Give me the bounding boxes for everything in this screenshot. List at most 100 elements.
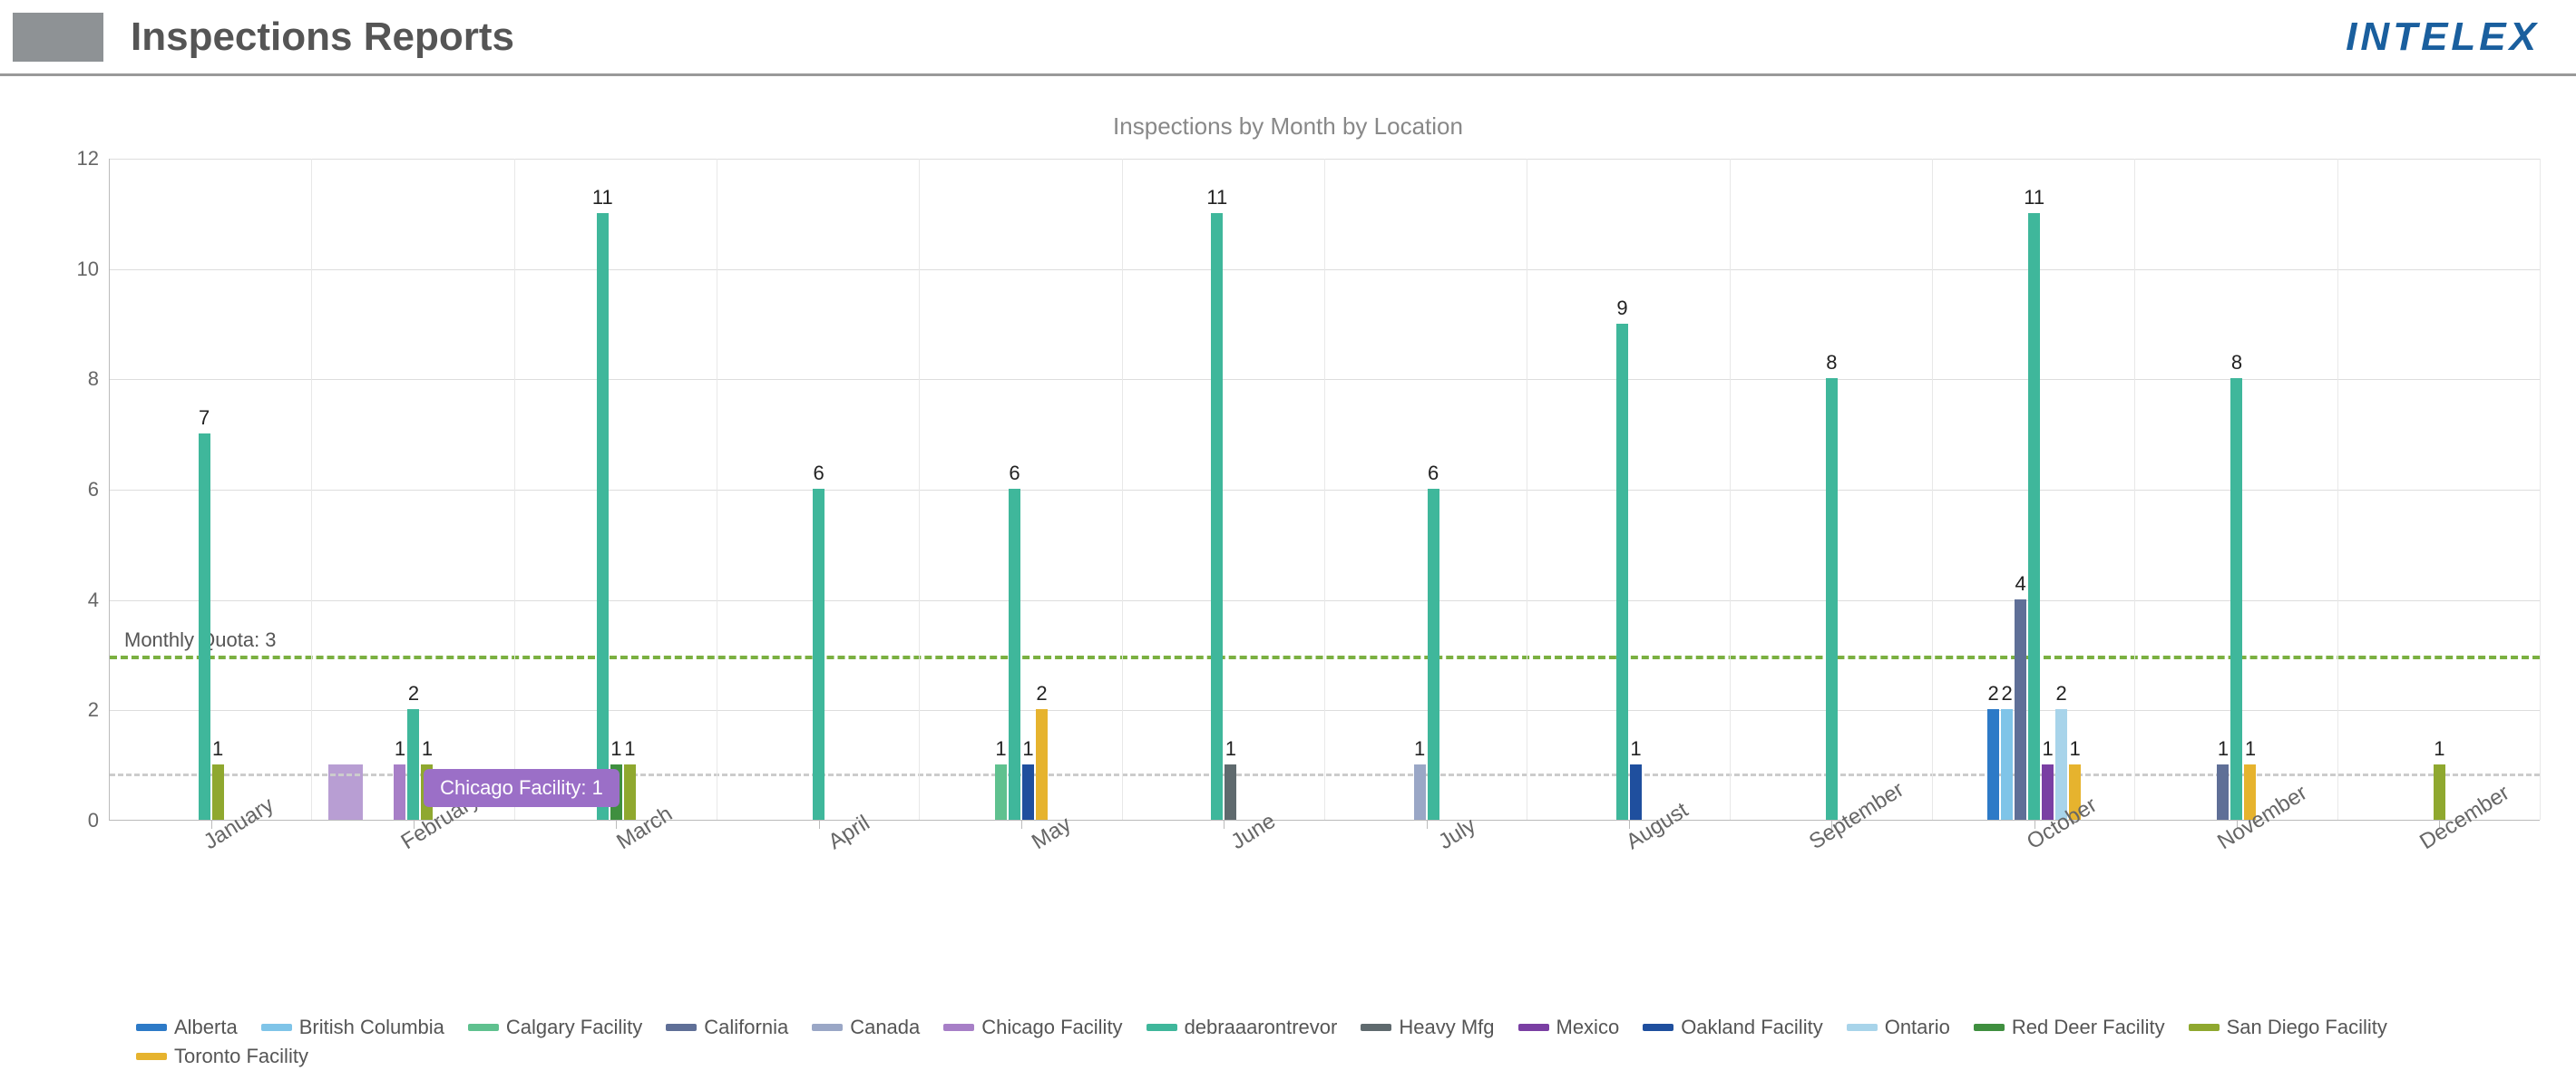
bar-debraaarontrevor[interactable]: 8 [1826, 378, 1838, 820]
legend-item[interactable]: Chicago Facility [943, 1016, 1122, 1039]
legend-label: Mexico [1556, 1016, 1620, 1039]
month-group: 1 [2338, 159, 2541, 820]
legend-swatch [1518, 1024, 1549, 1031]
legend-swatch [136, 1053, 167, 1060]
bar-debraaarontrevor[interactable]: 7 [199, 433, 210, 820]
bar-value-label: 6 [1009, 462, 1020, 489]
legend-swatch [1147, 1024, 1177, 1031]
bar-value-label: 1 [1630, 737, 1641, 764]
bar-debraaarontrevor[interactable]: 6 [1428, 489, 1439, 820]
bar-debraaarontrevor[interactable]: 8 [2230, 378, 2242, 820]
page-title: Inspections Reports [131, 15, 2346, 60]
bar-value-label: 8 [1826, 351, 1837, 378]
bar-value-label: 11 [1206, 186, 1227, 213]
y-axis-tick: 0 [88, 809, 110, 832]
month-group: 6 [717, 159, 920, 820]
bar-alberta[interactable]: 2 [1987, 709, 1999, 820]
bar-value-label: 1 [2218, 737, 2229, 764]
legend-label: San Diego Facility [2227, 1016, 2387, 1039]
bar-debraaarontrevor[interactable]: 11 [597, 213, 609, 820]
legend-label: British Columbia [299, 1016, 444, 1039]
legend-item[interactable]: British Columbia [261, 1016, 444, 1039]
month-group: 22411121 [1933, 159, 2135, 820]
chart-plot[interactable]: 024681012Monthly Quota: 371January121Feb… [109, 159, 2540, 821]
legend-label: Heavy Mfg [1399, 1016, 1494, 1039]
bar-california[interactable]: 4 [2015, 599, 2026, 820]
legend-swatch [136, 1024, 167, 1031]
legend-swatch [468, 1024, 499, 1031]
legend-label: Alberta [174, 1016, 238, 1039]
month-group: 1111 [515, 159, 717, 820]
legend-label: Oakland Facility [1681, 1016, 1823, 1039]
chart-legend: Alberta British Columbia Calgary Facility C… [136, 1016, 2522, 1068]
bar-value-label: 1 [2434, 737, 2444, 764]
legend-item[interactable]: Calgary Facility [468, 1016, 642, 1039]
bar-debraaarontrevor[interactable]: 6 [1009, 489, 1020, 820]
legend-label: Canada [850, 1016, 920, 1039]
bar-value-label: 1 [1414, 737, 1425, 764]
bar-debraaarontrevor[interactable]: 11 [2028, 213, 2040, 820]
bar-value-label: 1 [995, 737, 1006, 764]
bar-value-label: 6 [1428, 462, 1439, 489]
bar-value-label: 1 [422, 737, 433, 764]
month-group: 16 [1325, 159, 1527, 820]
bar-value-label: 1 [2070, 737, 2081, 764]
legend-item[interactable]: Toronto Facility [136, 1045, 308, 1068]
legend-label: Chicago Facility [981, 1016, 1122, 1039]
legend-item[interactable]: Canada [812, 1016, 920, 1039]
legend-item[interactable]: Oakland Facility [1643, 1016, 1823, 1039]
legend-swatch [1974, 1024, 2005, 1031]
legend-swatch [2189, 1024, 2220, 1031]
bar-value-label: 2 [2056, 682, 2067, 709]
legend-label: Ontario [1885, 1016, 1950, 1039]
bar-canada[interactable]: 1 [1414, 764, 1426, 820]
y-axis-tick: 12 [77, 147, 110, 170]
legend-item[interactable]: Alberta [136, 1016, 238, 1039]
legend-item[interactable]: Ontario [1847, 1016, 1950, 1039]
bar-value-label: 11 [592, 186, 613, 213]
bar-value-label: 1 [610, 737, 621, 764]
bar-value-label: 4 [2015, 572, 2026, 599]
legend-item[interactable]: Red Deer Facility [1974, 1016, 2165, 1039]
bar-value-label: 11 [2024, 186, 2044, 213]
legend-swatch [1361, 1024, 1391, 1031]
y-axis-tick: 6 [88, 478, 110, 501]
bar-debraaarontrevor[interactable]: 9 [1616, 324, 1628, 821]
brand-logo: INTELEX [2346, 15, 2540, 60]
bar-british-columbia[interactable]: 2 [2001, 709, 2013, 820]
bar-value-label: 9 [1616, 297, 1627, 324]
bar-value-label: 1 [1225, 737, 1236, 764]
bar-value-label: 2 [1988, 682, 1999, 709]
y-axis-tick: 4 [88, 589, 110, 612]
bar-value-label: 7 [199, 406, 210, 433]
month-group: 121 [312, 159, 514, 820]
month-group: 1612 [920, 159, 1122, 820]
legend-label: California [704, 1016, 788, 1039]
legend-item[interactable]: San Diego Facility [2189, 1016, 2387, 1039]
y-axis-tick: 2 [88, 698, 110, 722]
bar-value-label: 8 [2231, 351, 2242, 378]
month-group: 111 [1123, 159, 1325, 820]
legend-swatch [261, 1024, 292, 1031]
bar-calgary-facility[interactable]: 1 [995, 764, 1007, 820]
legend-label: Red Deer Facility [2012, 1016, 2165, 1039]
legend-item[interactable]: Heavy Mfg [1361, 1016, 1494, 1039]
legend-swatch [1847, 1024, 1878, 1031]
month-group: 181 [2135, 159, 2337, 820]
legend-item[interactable]: debraaarontrevor [1147, 1016, 1338, 1039]
report-header: Inspections Reports INTELEX [0, 0, 2576, 76]
bar-value-label: 1 [2043, 737, 2054, 764]
legend-item[interactable]: Mexico [1518, 1016, 1620, 1039]
legend-item[interactable]: California [666, 1016, 788, 1039]
bar-debraaarontrevor[interactable]: 11 [1211, 213, 1223, 820]
legend-label: debraaarontrevor [1185, 1016, 1338, 1039]
month-group: 8 [1731, 159, 1933, 820]
month-group: 91 [1527, 159, 1730, 820]
legend-swatch [1643, 1024, 1673, 1031]
bar-debraaarontrevor[interactable]: 6 [813, 489, 825, 820]
bar-value-label: 2 [408, 682, 419, 709]
month-group: 71 [110, 159, 312, 820]
chart-tooltip: Chicago Facility: 1 [424, 769, 620, 807]
chart-area: 024681012Monthly Quota: 371January121Feb… [73, 159, 2540, 866]
bar-value-label: 1 [212, 737, 223, 764]
